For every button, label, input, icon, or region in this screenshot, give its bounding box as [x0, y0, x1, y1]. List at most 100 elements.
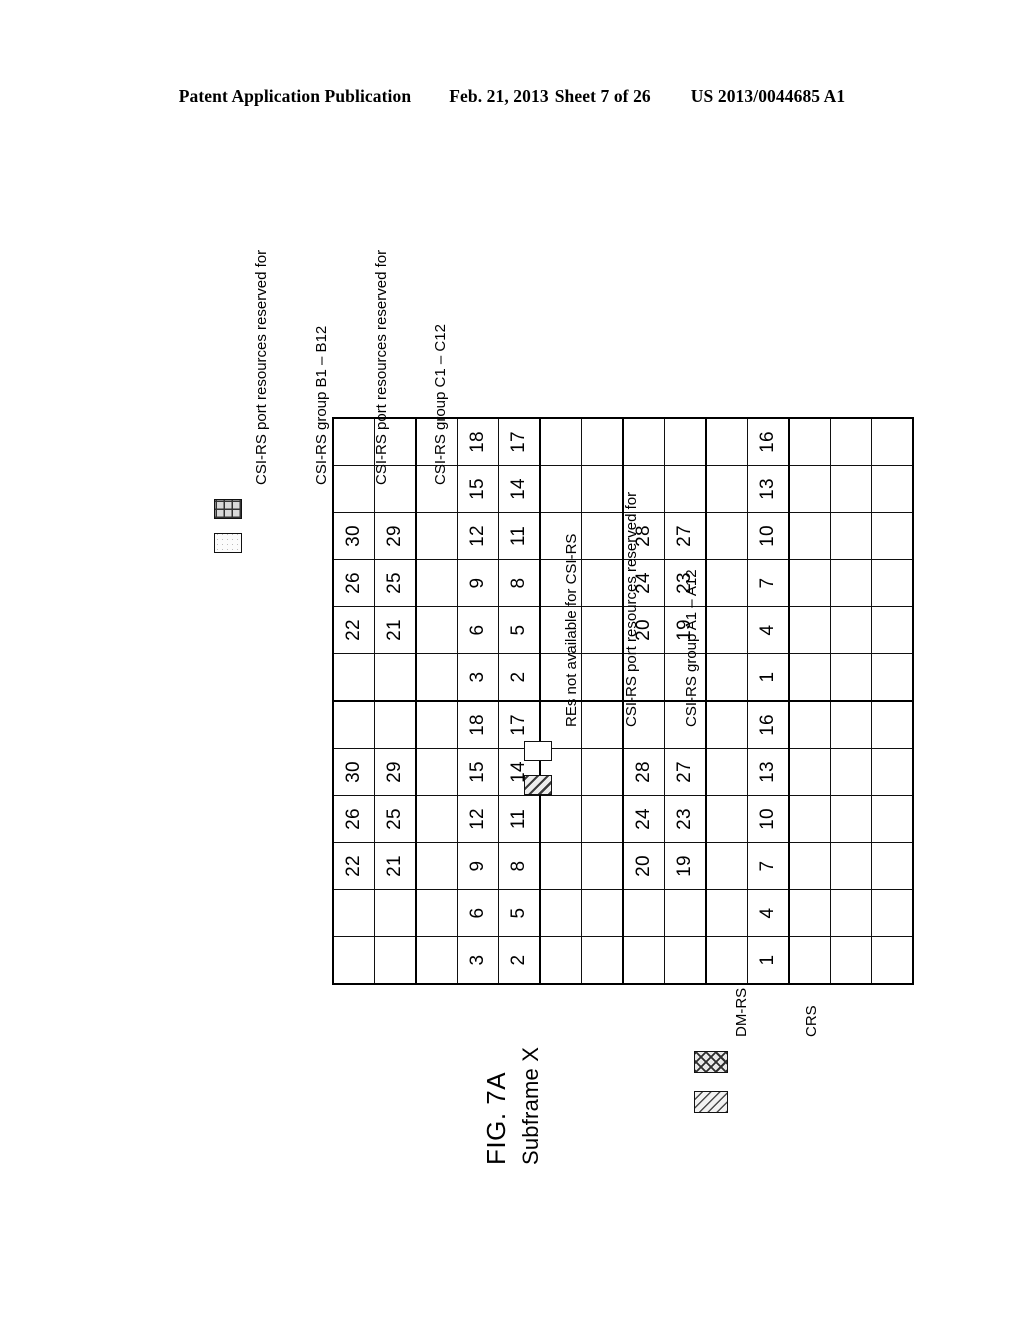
- grid-cell: [871, 559, 913, 607]
- grid-cell-numbered: 9: [457, 842, 499, 890]
- grid-cell-numbered: 21: [374, 606, 416, 654]
- grid-cell-numbered: 15: [457, 748, 499, 796]
- legend-na-line-0: REs not available for CSI-RS: [562, 533, 580, 727]
- diagonal-hatch-swatch: [694, 1091, 728, 1113]
- grid-cell-value: 23: [674, 572, 695, 594]
- grid-cell: [333, 889, 375, 937]
- page-header: Patent Application Publication Feb. 21, …: [0, 86, 1024, 107]
- grid-cell-value: 6: [467, 624, 488, 636]
- grid-cell: [830, 748, 872, 796]
- grid-cell: [789, 795, 831, 843]
- grid-cell: [830, 559, 872, 607]
- grid-cell: [830, 512, 872, 560]
- grid-cell-numbered: 7: [747, 842, 789, 890]
- grid-cell-value: 15: [467, 478, 488, 500]
- grid-cell-numbered: 2: [498, 936, 540, 984]
- grid-cell: [789, 606, 831, 654]
- grid-cell-value: 9: [467, 577, 488, 589]
- legend-bc-line-0: CSI-RS port resources reserved for: [252, 249, 270, 485]
- grid-cell-numbered: 13: [747, 465, 789, 513]
- grid-cell-value: 2: [508, 671, 529, 683]
- grid-cell: [789, 465, 831, 513]
- grid-cell: [706, 889, 748, 937]
- grid-cell-numbered: 17: [498, 418, 540, 466]
- grid-cell-numbered: 9: [457, 559, 499, 607]
- grid-cell: [581, 842, 623, 890]
- grid-cell-numbered: 7: [747, 559, 789, 607]
- grid-cell-numbered: 20: [623, 842, 665, 890]
- grid-cell: [416, 701, 458, 749]
- grid-cell: [789, 653, 831, 701]
- grid-cell: [830, 606, 872, 654]
- grid-cell: [871, 842, 913, 890]
- grid-cell-numbered: 16: [747, 418, 789, 466]
- grid-row: [871, 418, 913, 984]
- grid-cell-value: 10: [757, 808, 778, 830]
- grid-cell: [830, 465, 872, 513]
- grid-row: [830, 418, 872, 984]
- legend-bc-groups: CSI-RS port resources reserved for CSI-R…: [212, 250, 491, 553]
- grid-cell: [416, 653, 458, 701]
- grid-cell-numbered: 3: [457, 653, 499, 701]
- grid-cell-value: 18: [467, 431, 488, 453]
- grid-cell: [830, 936, 872, 984]
- grid-cell: [664, 936, 706, 984]
- grid-cell: [789, 936, 831, 984]
- grid-cell-value: 25: [384, 572, 405, 594]
- grid-cell: [871, 606, 913, 654]
- grid-cell-numbered: 1: [747, 653, 789, 701]
- grid-cell: [830, 889, 872, 937]
- figure-rotated-content: FIG. 7A Subframe X 22 26 30 22 26 30 21 25 29 21 2…: [192, 155, 914, 1165]
- grid-cell-value: 16: [757, 431, 778, 453]
- grid-cell: [623, 889, 665, 937]
- grid-cell-value: 7: [757, 860, 778, 872]
- grid-cell: [830, 418, 872, 466]
- grid-cell: [416, 936, 458, 984]
- grid-cell-value: 5: [508, 907, 529, 919]
- grid-cell-numbered: 29: [374, 748, 416, 796]
- grid-cell-numbered: 13: [747, 748, 789, 796]
- grid-cell-value: 5: [508, 624, 529, 636]
- grid-cell-numbered: 19: [664, 842, 706, 890]
- grid-cell-value: 19: [674, 619, 695, 641]
- grid-cell: [871, 889, 913, 937]
- grid-cell-value: 4: [757, 907, 778, 919]
- grid-cell-value: 22: [343, 619, 364, 641]
- grid-cell-value: 13: [757, 761, 778, 783]
- grid-cell-value: 28: [633, 525, 654, 547]
- grid-row: 1 4 7 10 13 16 1 4 7 10 13 16: [747, 418, 789, 984]
- grid-cell: [706, 842, 748, 890]
- grid-cell: [623, 936, 665, 984]
- grid-cell-value: 7: [757, 577, 778, 589]
- legend-na-a-groups: REs not available for CSI-RS CSI-RS port…: [522, 492, 741, 795]
- grid-cell-value: 1: [757, 671, 778, 683]
- grid-cell-value: 18: [467, 714, 488, 736]
- grid-cell: [789, 842, 831, 890]
- legend-bc-swatches: [212, 499, 242, 553]
- grid-cell-numbered: 6: [457, 889, 499, 937]
- grid-cell-value: 24: [633, 808, 654, 830]
- grid-cell-value: 19: [674, 855, 695, 877]
- grid-cell-value: 11: [508, 808, 529, 830]
- grid-cell-numbered: 25: [374, 795, 416, 843]
- legend-ref-label-dmrs: DM-RS: [732, 987, 750, 1037]
- grid-cell-numbered: 10: [747, 512, 789, 560]
- grid-cell-value: 28: [633, 761, 654, 783]
- grid-cell-value: 12: [467, 525, 488, 547]
- grid-cell: [871, 748, 913, 796]
- grid-cell: [540, 795, 582, 843]
- grid-cell-value: 17: [508, 431, 529, 453]
- fine-grid-swatch: [214, 499, 242, 519]
- grid-cell-value: 30: [343, 761, 364, 783]
- publication-date: Feb. 21, 2013: [449, 86, 549, 106]
- grid-cell-numbered: 1: [747, 936, 789, 984]
- grid-cell-value: 11: [508, 525, 529, 547]
- grid-cell-value: 8: [508, 860, 529, 872]
- grid-cell-numbered: 21: [374, 842, 416, 890]
- grid-cell: [540, 842, 582, 890]
- grid-cell-numbered: 26: [333, 795, 375, 843]
- grid-cell-value: 3: [467, 671, 488, 683]
- grid-cell: [706, 418, 748, 466]
- grid-cell-numbered: 23: [664, 795, 706, 843]
- legend-na-labels: REs not available for CSI-RS CSI-RS port…: [522, 492, 741, 727]
